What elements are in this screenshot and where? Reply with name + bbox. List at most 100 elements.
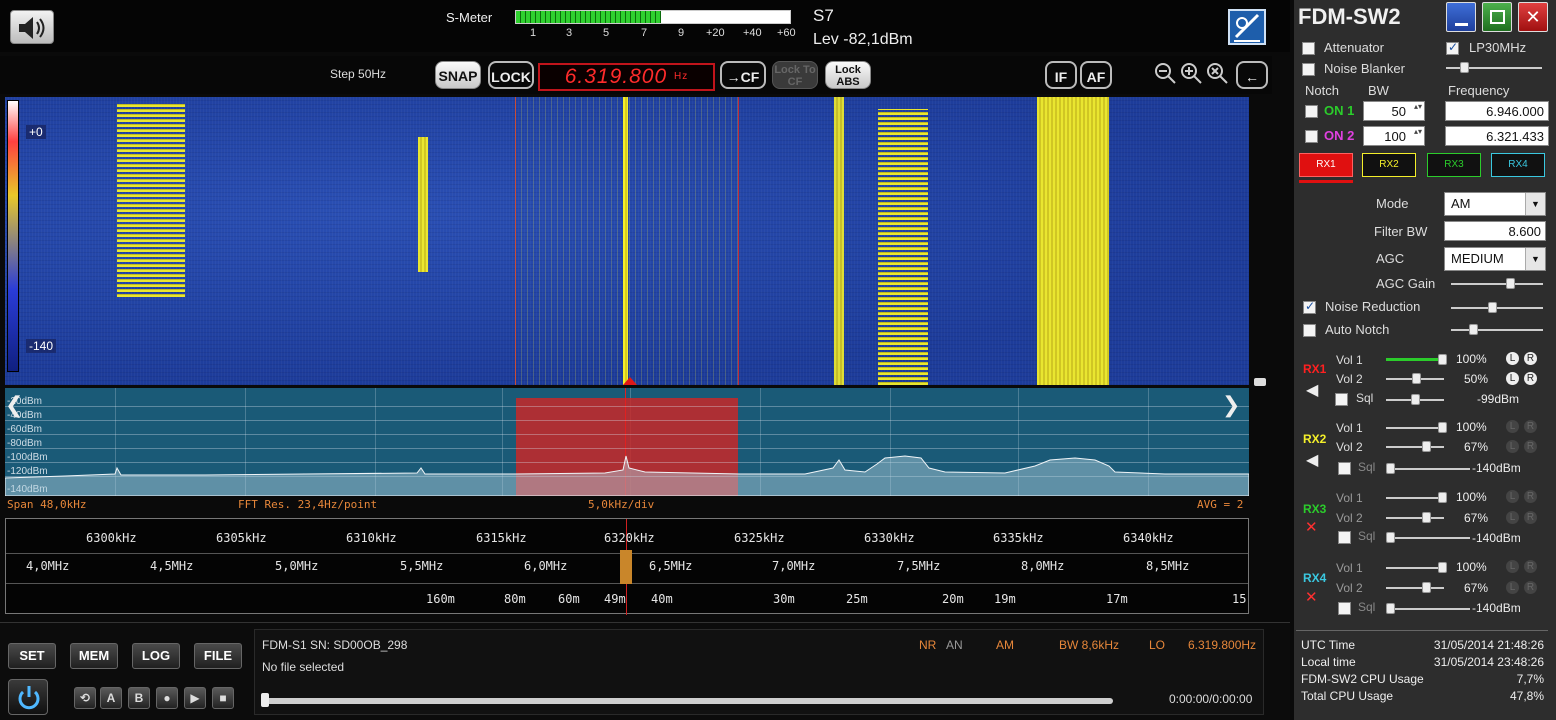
left-channel-button[interactable]: L: [1506, 372, 1519, 385]
noise-reduction-checkbox[interactable]: [1303, 299, 1316, 314]
speaker-on-icon[interactable]: ◀: [1306, 450, 1318, 470]
slider-thumb[interactable]: [1386, 532, 1395, 543]
right-channel-button[interactable]: R: [1524, 581, 1537, 594]
attenuator-checkbox[interactable]: [1302, 42, 1315, 55]
slider-thumb[interactable]: [1412, 373, 1421, 384]
zoom-in-icon[interactable]: [1179, 61, 1203, 85]
file-button[interactable]: FILE: [194, 643, 242, 669]
rx2-vol1-slider[interactable]: [1386, 422, 1447, 433]
af-button[interactable]: AF: [1080, 61, 1112, 89]
maximize-button[interactable]: [1482, 2, 1512, 32]
notch2-checkbox[interactable]: [1305, 130, 1318, 143]
left-channel-button[interactable]: L: [1506, 352, 1519, 365]
if-button[interactable]: IF: [1045, 61, 1077, 89]
zoom-out-icon[interactable]: [1153, 61, 1177, 85]
scroll-right-button[interactable]: ❯: [1222, 392, 1248, 418]
play-icon[interactable]: ▶: [184, 687, 206, 709]
log-button[interactable]: LOG: [132, 643, 180, 669]
rx4-squelch-checkbox[interactable]: [1338, 602, 1351, 615]
lock-to-cf-button[interactable]: Lock To CF: [772, 61, 818, 89]
to-cf-button[interactable]: →CF: [720, 61, 766, 89]
slider-thumb[interactable]: [1422, 512, 1431, 523]
slider-thumb[interactable]: [1422, 582, 1431, 593]
slider-thumb[interactable]: [1422, 441, 1431, 452]
step-label[interactable]: Step 50Hz: [330, 67, 386, 81]
close-icon[interactable]: ✕: [1518, 2, 1548, 32]
slider-thumb[interactable]: [1438, 492, 1447, 503]
notch2-frequency-input[interactable]: 6.321.433: [1445, 126, 1549, 146]
filter-bw-input[interactable]: 8.600: [1444, 221, 1546, 241]
slider-thumb[interactable]: [1469, 324, 1478, 335]
waterfall-display[interactable]: [5, 97, 1249, 385]
rx3-sql-slider[interactable]: [1386, 532, 1470, 543]
auto-notch-checkbox[interactable]: [1303, 324, 1316, 337]
lp30-checkbox[interactable]: [1446, 40, 1459, 55]
rx4-vol1-slider[interactable]: [1386, 562, 1447, 573]
rx4-sql-slider[interactable]: [1386, 603, 1470, 614]
record-icon[interactable]: ●: [156, 687, 178, 709]
slider-thumb[interactable]: [1488, 302, 1497, 313]
rx3-vol2-slider[interactable]: [1386, 512, 1444, 523]
right-channel-button[interactable]: R: [1524, 352, 1537, 365]
agc-gain-slider[interactable]: [1451, 278, 1543, 289]
right-channel-button[interactable]: R: [1524, 511, 1537, 524]
nb-slider[interactable]: [1446, 62, 1542, 73]
rx2-sql-slider[interactable]: [1386, 463, 1470, 474]
left-channel-button[interactable]: L: [1506, 440, 1519, 453]
agc-select[interactable]: MEDIUM ▼: [1444, 247, 1546, 271]
tab-rx1[interactable]: RX1: [1299, 153, 1353, 177]
speaker-muted-icon[interactable]: ✕: [1305, 588, 1318, 606]
auto-notch-slider[interactable]: [1451, 324, 1543, 335]
left-channel-button[interactable]: L: [1506, 490, 1519, 503]
tab-rx3[interactable]: RX3: [1427, 153, 1481, 177]
zoom-reset-icon[interactable]: [1205, 61, 1229, 85]
playback-thumb[interactable]: [261, 693, 269, 707]
marker-a-button[interactable]: A: [100, 687, 122, 709]
marker-b-button[interactable]: B: [128, 687, 150, 709]
tab-rx4[interactable]: RX4: [1491, 153, 1545, 177]
slider-thumb[interactable]: [1386, 603, 1395, 614]
frequency-display[interactable]: 6.319.800 Hz: [538, 63, 715, 91]
slider-thumb[interactable]: [1438, 354, 1447, 365]
slider-thumb[interactable]: [1438, 562, 1447, 573]
speaker-on-icon[interactable]: ◀: [1306, 380, 1318, 400]
speaker-icon[interactable]: [10, 10, 54, 44]
stop-icon[interactable]: ■: [212, 687, 234, 709]
slider-thumb[interactable]: [1438, 422, 1447, 433]
rx4-vol2-slider[interactable]: [1386, 582, 1444, 593]
rx2-squelch-checkbox[interactable]: [1338, 462, 1351, 475]
right-channel-button[interactable]: R: [1524, 372, 1537, 385]
notch2-bw-input[interactable]: 100: [1363, 126, 1425, 146]
set-button[interactable]: SET: [8, 643, 56, 669]
speaker-muted-icon[interactable]: ✕: [1305, 518, 1318, 536]
notch1-frequency-input[interactable]: 6.946.000: [1445, 101, 1549, 121]
tab-rx2[interactable]: RX2: [1362, 153, 1416, 177]
nr-slider[interactable]: [1451, 302, 1543, 313]
right-channel-button[interactable]: R: [1524, 490, 1537, 503]
tuning-icon[interactable]: [1228, 9, 1266, 45]
mode-select[interactable]: AM ▼: [1444, 192, 1546, 216]
rx1-squelch-checkbox[interactable]: [1335, 393, 1348, 406]
slider-thumb[interactable]: [1411, 394, 1420, 405]
minimize-button[interactable]: [1446, 2, 1476, 32]
rx1-vol2-slider[interactable]: [1386, 373, 1444, 384]
left-channel-button[interactable]: L: [1506, 511, 1519, 524]
splitter-handle[interactable]: [1254, 378, 1266, 386]
right-channel-button[interactable]: R: [1524, 420, 1537, 433]
back-button[interactable]: ←: [1236, 61, 1268, 89]
snap-button[interactable]: SNAP: [435, 61, 481, 89]
lock-button[interactable]: LOCK: [488, 61, 534, 89]
power-icon[interactable]: [8, 679, 48, 715]
right-channel-button[interactable]: R: [1524, 440, 1537, 453]
scroll-left-button[interactable]: ❮: [5, 392, 31, 418]
rx1-vol1-slider[interactable]: [1386, 354, 1447, 365]
playback-progress[interactable]: [263, 698, 1113, 704]
rx1-sql-slider[interactable]: [1386, 394, 1444, 405]
slider-thumb[interactable]: [1460, 62, 1469, 73]
rx3-vol1-slider[interactable]: [1386, 492, 1447, 503]
lock-abs-button[interactable]: Lock ABS: [825, 61, 871, 89]
notch1-checkbox[interactable]: [1305, 105, 1318, 118]
left-channel-button[interactable]: L: [1506, 581, 1519, 594]
rx3-squelch-checkbox[interactable]: [1338, 531, 1351, 544]
loop-icon[interactable]: ⟲: [74, 687, 96, 709]
